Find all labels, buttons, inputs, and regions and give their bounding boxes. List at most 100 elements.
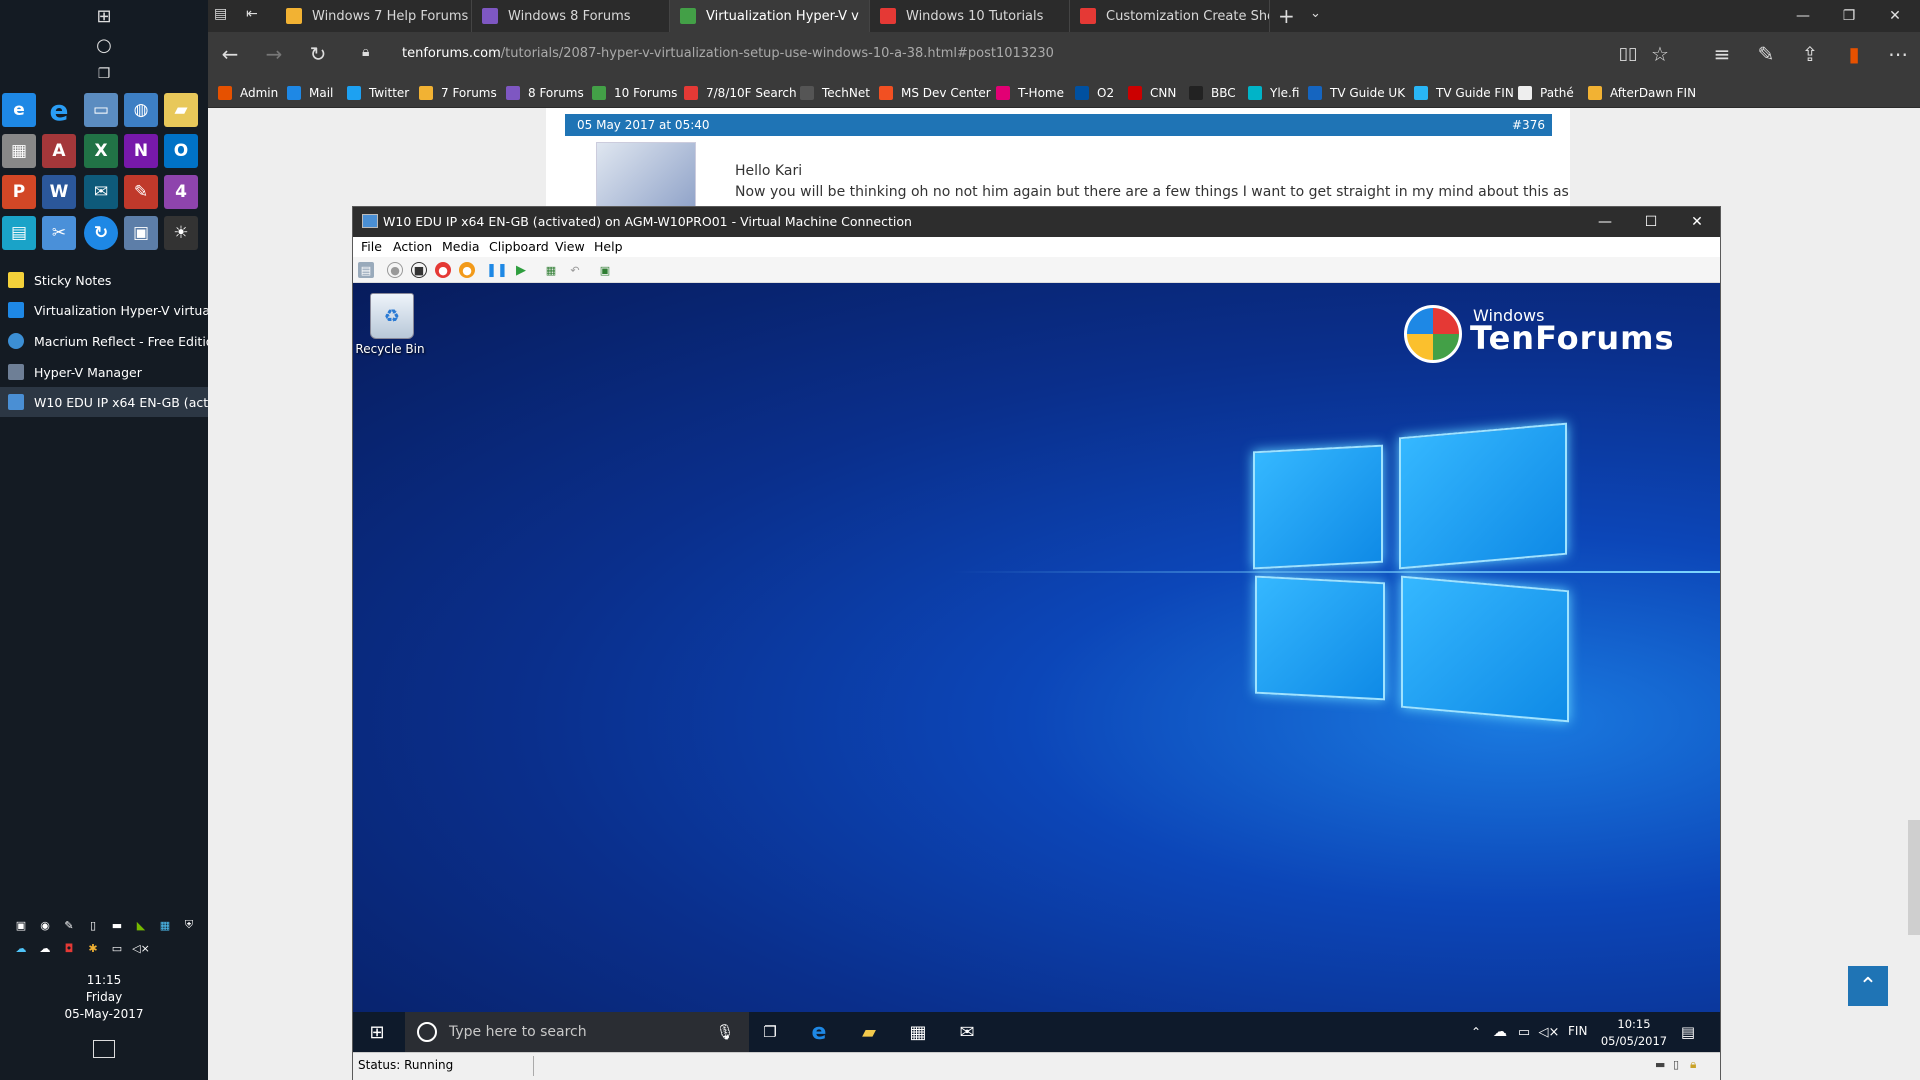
fav-mail[interactable]: Mail (287, 84, 333, 102)
avatar[interactable] (596, 142, 696, 212)
fav-bbc[interactable]: BBC (1189, 84, 1236, 102)
taskbar-app-sticky-notes[interactable]: Sticky Notes (0, 265, 208, 295)
ie-icon[interactable]: e (42, 93, 76, 127)
pause-icon[interactable]: ❚❚ (486, 262, 508, 278)
tab-virtualization-hyperv[interactable]: Virtualization Hyper-V v ✕ (670, 0, 870, 32)
vm-menu-media[interactable]: Media (442, 239, 480, 254)
ctrl-alt-del-icon[interactable]: ▤ (358, 262, 374, 278)
reset-icon[interactable]: ▶ (513, 262, 529, 278)
recycle-bin-icon[interactable]: ♻ (370, 293, 414, 339)
taskbar-app-macrium[interactable]: Macrium Reflect - Free Edition ... (0, 326, 208, 356)
tray-security-icon[interactable]: ⛨ (180, 917, 198, 933)
fav-tv-guide-uk[interactable]: TV Guide UK (1308, 84, 1405, 102)
vm-close-icon[interactable]: ✕ (1674, 207, 1720, 237)
tray-pen-icon[interactable]: ✎ (60, 917, 78, 933)
tab-windows-7-forums[interactable]: Windows 7 Help Forums (276, 0, 472, 32)
office-extension-icon[interactable]: ▮ (1838, 38, 1870, 70)
guest-search-box[interactable]: Type here to search (405, 1012, 749, 1052)
fav-search[interactable]: 7/8/10F Search (684, 84, 797, 102)
tray-bluetooth-icon[interactable]: ✱ (84, 940, 102, 956)
fav-cnn[interactable]: CNN (1128, 84, 1176, 102)
more-menu-icon[interactable]: ⋯ (1882, 38, 1914, 70)
paint-icon[interactable]: ✎ (124, 175, 158, 209)
recycle-bin-label[interactable]: Recycle Bin (350, 342, 430, 356)
hyperv-manager-pin-icon[interactable]: ▤ (2, 216, 36, 250)
page-scrollbar-thumb[interactable] (1908, 820, 1920, 935)
fav-afterdawn[interactable]: AfterDawn FIN (1588, 84, 1696, 102)
snipping-tool-icon[interactable]: ✂ (42, 216, 76, 250)
vm-menu-file[interactable]: File (361, 239, 382, 254)
hub-icon[interactable]: ≡ (1706, 38, 1738, 70)
vm-menu-action[interactable]: Action (393, 239, 432, 254)
fav-ms-dev-center[interactable]: MS Dev Center (879, 84, 991, 102)
guest-network-icon[interactable]: ▭ (1512, 1020, 1536, 1044)
taskbar-app-edge[interactable]: Virtualization Hyper-V virtualiz... (0, 295, 208, 325)
task-view-icon[interactable]: ❐ (91, 61, 117, 87)
action-center-icon[interactable] (93, 1040, 115, 1058)
save-state-icon[interactable]: ● (459, 262, 475, 278)
brightness-icon[interactable]: ☀ (164, 216, 198, 250)
word-icon[interactable]: W (42, 175, 76, 209)
browser-close-icon[interactable]: ✕ (1872, 0, 1918, 32)
excel-icon[interactable]: X (84, 134, 118, 168)
tab-preview-chevron-icon[interactable]: ⌄ (1310, 6, 1321, 21)
taskbar-app-hyperv-manager[interactable]: Hyper-V Manager (0, 357, 208, 387)
mail-app-icon[interactable]: ✉ (84, 175, 118, 209)
revert-icon[interactable]: ↶ (567, 262, 583, 278)
start-button[interactable]: ⊞ (91, 3, 117, 29)
set-aside-tabs-icon[interactable]: ⇤ (246, 6, 266, 26)
post-number-link[interactable]: #376 (1512, 118, 1545, 132)
web-note-icon[interactable]: ✎ (1750, 38, 1782, 70)
tab-windows-8-forums[interactable]: Windows 8 Forums (472, 0, 670, 32)
tab-customization[interactable]: Customization Create Short (1070, 0, 1270, 32)
powerpoint-icon[interactable]: P (2, 175, 36, 209)
back-icon[interactable]: ← (214, 38, 246, 70)
fav-admin[interactable]: Admin (218, 84, 278, 102)
share-icon[interactable]: ⇪ (1794, 38, 1826, 70)
guest-task-view-icon[interactable]: ❐ (758, 1020, 782, 1044)
guest-desktop[interactable] (353, 283, 1720, 1012)
onenote-icon[interactable]: N (124, 134, 158, 168)
scroll-to-top-button[interactable]: ⌃ (1848, 966, 1888, 1006)
reading-view-icon[interactable]: ▯▯ (1612, 38, 1644, 70)
checkpoint-icon[interactable]: ▦ (543, 262, 559, 278)
guest-language-indicator[interactable]: FIN (1568, 1024, 1587, 1038)
browser-minimize-icon[interactable]: — (1780, 0, 1826, 32)
fav-10-forums[interactable]: 10 Forums (592, 84, 677, 102)
network-icon[interactable]: ◍ (124, 93, 158, 127)
browser-restore-icon[interactable]: ❐ (1826, 0, 1872, 32)
guest-store-icon[interactable]: ▦ (906, 1020, 930, 1044)
fav-twitter[interactable]: Twitter (347, 84, 409, 102)
tab-windows-10-tutorials[interactable]: Windows 10 Tutorials (870, 0, 1070, 32)
guest-file-explorer-icon[interactable]: ▰ (857, 1020, 881, 1044)
tray-drive-icon[interactable]: ▬ (108, 917, 126, 933)
tray-onedrive-icon[interactable]: ☁ (12, 940, 30, 956)
access-icon[interactable]: A (42, 134, 76, 168)
tray-wifi-icon[interactable]: ▭ (108, 940, 126, 956)
vm-menu-help[interactable]: Help (594, 239, 623, 254)
cortana-icon[interactable]: ○ (91, 32, 117, 58)
remote-desktop-icon[interactable]: ▣ (124, 216, 158, 250)
vm-menu-clipboard[interactable]: Clipboard (489, 239, 549, 254)
new-tab-icon[interactable]: + (1278, 4, 1295, 28)
guest-volume-muted-icon[interactable]: ◁× (1537, 1020, 1561, 1044)
tray-volume-muted-icon[interactable]: ◁× (132, 940, 150, 956)
guest-action-center-icon[interactable]: ▤ (1676, 1020, 1700, 1044)
favorite-star-icon[interactable]: ☆ (1644, 38, 1676, 70)
folder-user-icon[interactable]: ▰ (164, 93, 198, 127)
refresh-icon[interactable]: ↻ (302, 38, 334, 70)
tray-macrium-icon[interactable]: ◉ (36, 917, 54, 933)
this-pc-icon[interactable]: ▭ (84, 93, 118, 127)
guest-edge-icon[interactable]: e (807, 1020, 831, 1045)
tray-app-red-icon[interactable]: ◘ (60, 940, 78, 956)
guest-onedrive-icon[interactable]: ☁ (1488, 1020, 1512, 1044)
tray-cloud-icon[interactable]: ☁ (36, 940, 54, 956)
macrium-reflect-icon[interactable]: ↻ (84, 216, 118, 250)
forward-icon[interactable]: → (258, 38, 290, 70)
edge-icon[interactable]: e (2, 93, 36, 127)
taskbar-clock[interactable]: 11:15 Friday 05-May-2017 (0, 972, 208, 1023)
shut-down-icon[interactable]: ● (435, 262, 451, 278)
start-vm-icon[interactable]: ● (387, 262, 403, 278)
tray-monitor-icon[interactable]: ▣ (12, 917, 30, 933)
media-app-icon[interactable]: 4 (164, 175, 198, 209)
